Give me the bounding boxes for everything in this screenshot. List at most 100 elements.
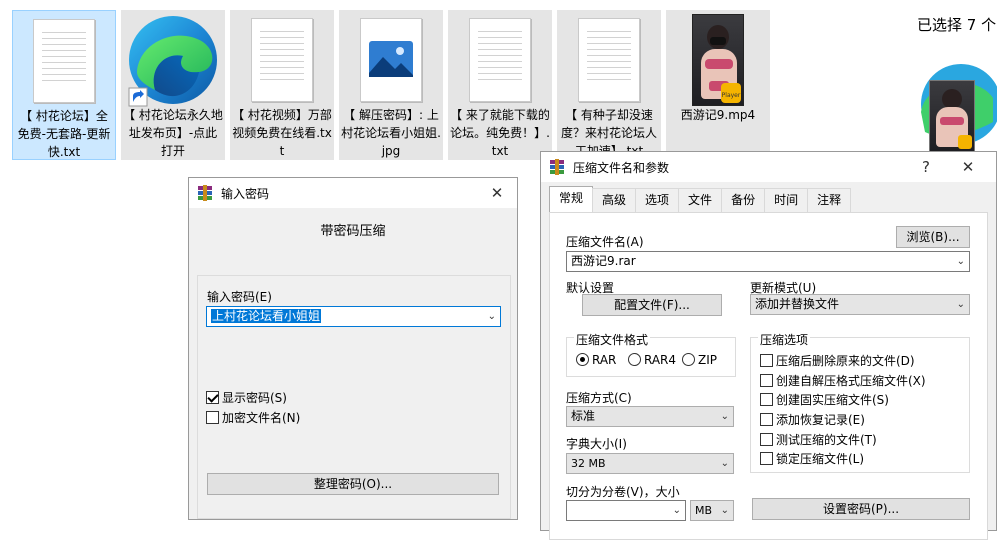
delete-after-archiving-checkbox[interactable]: 压缩后删除原来的文件(D) (760, 352, 915, 369)
checkbox-unchecked[interactable] (760, 393, 773, 406)
password-value: 上村花论坛看小姐姐 (211, 309, 322, 323)
chevron-down-icon[interactable]: ⌄ (673, 501, 681, 520)
file-item[interactable]: 【 有种子却没速度？来村花论坛人工加速】.txt (557, 10, 661, 160)
file-item[interactable]: Player 西游记9.mp4 (666, 10, 770, 160)
add-recovery-record-checkbox[interactable]: 添加恢复记录(E) (760, 411, 865, 428)
file-name: 【 村花论坛】全免费-无套路-更新快.txt (17, 109, 111, 159)
checkbox-unchecked[interactable] (760, 354, 773, 367)
tab-options[interactable]: 选项 (635, 188, 680, 212)
format-rar4-label: RAR4 (644, 353, 677, 367)
file-name: 【 来了就能下载的论坛。纯免费！】.txt (450, 108, 550, 158)
stacked-preview-icon (915, 62, 997, 154)
password-input[interactable]: 上村花论坛看小姐姐 ⌄ (206, 306, 501, 327)
checkbox-unchecked[interactable] (760, 374, 773, 387)
format-rar-radio[interactable]: RAR (576, 353, 616, 367)
method-select[interactable]: 标准 ⌄ (566, 406, 734, 427)
checkbox-checked[interactable] (206, 391, 219, 404)
chevron-down-icon[interactable]: ⌄ (488, 307, 496, 326)
winrar-icon (549, 159, 565, 175)
text-file-icon (33, 17, 95, 103)
format-rar-label: RAR (592, 353, 617, 367)
format-zip-label: ZIP (698, 353, 717, 367)
encrypt-filenames-checkbox[interactable]: 加密文件名(N) (206, 409, 300, 426)
file-name: 西游记9.mp4 (680, 108, 756, 122)
password-dialog-titlebar: 输入密码 ✕ (189, 178, 517, 208)
chevron-down-icon[interactable]: ⌄ (957, 295, 965, 314)
archive-dialog: 压缩文件名和参数 ? ✕ 常规 高级 选项 文件 备份 时间 注释 压缩文件名(… (540, 151, 997, 540)
archive-name-input[interactable]: 西游记9.rar ⌄ (566, 251, 970, 272)
show-password-label: 显示密码(S) (222, 391, 287, 405)
video-thumbnail-icon: Player (692, 14, 744, 106)
image-file-icon (360, 16, 422, 102)
tab-time[interactable]: 时间 (764, 188, 809, 212)
text-file-icon (469, 16, 531, 102)
option-label: 压缩后删除原来的文件(D) (776, 354, 915, 368)
close-icon[interactable]: ✕ (477, 178, 517, 208)
split-volume-input[interactable]: ⌄ (566, 500, 686, 521)
file-name: 【 村花视频】万部视频免费在线看.txt (232, 108, 332, 158)
organize-passwords-button[interactable]: 整理密码(O)... (207, 473, 499, 495)
update-mode-value: 添加并替换文件 (755, 297, 840, 311)
split-unit-select[interactable]: MB ⌄ (690, 500, 734, 521)
option-label: 创建固实压缩文件(S) (776, 393, 889, 407)
file-item[interactable]: 【 来了就能下载的论坛。纯免费！】.txt (448, 10, 552, 160)
create-solid-checkbox[interactable]: 创建固实压缩文件(S) (760, 391, 889, 408)
archive-dialog-title: 压缩文件名和参数 (573, 160, 670, 175)
checkbox-unchecked[interactable] (760, 413, 773, 426)
format-group-label: 压缩文件格式 (574, 331, 651, 348)
player-badge-icon: Player (721, 83, 741, 103)
format-rar4-radio[interactable]: RAR4 (628, 353, 676, 367)
update-mode-select[interactable]: 添加并替换文件 ⌄ (750, 294, 970, 315)
show-password-checkbox[interactable]: 显示密码(S) (206, 389, 287, 406)
dictionary-size-select[interactable]: 32 MB ⌄ (566, 453, 734, 474)
archive-dialog-titlebar: 压缩文件名和参数 ? ✕ (541, 152, 996, 182)
split-unit-value: MB (695, 504, 713, 517)
file-name: 【 村花论坛永久地址发布页】-点此打开 (123, 108, 223, 158)
method-label: 压缩方式(C) (566, 391, 632, 405)
lock-archive-checkbox[interactable]: 锁定压缩文件(L) (760, 450, 864, 467)
file-name: 【 解压密码】: 上村花论坛看小姐姐.jpg (341, 108, 441, 158)
option-label: 测试压缩的文件(T) (776, 433, 877, 447)
test-archived-files-checkbox[interactable]: 测试压缩的文件(T) (760, 431, 877, 448)
chevron-down-icon[interactable]: ⌄ (721, 501, 729, 520)
method-value: 标准 (571, 409, 596, 423)
file-item[interactable]: 【 解压密码】: 上村花论坛看小姐姐.jpg (339, 10, 443, 160)
password-label: 输入密码(E) (207, 290, 272, 304)
password-dialog-title: 输入密码 (221, 186, 270, 201)
profiles-button[interactable]: 配置文件(F)... (582, 294, 722, 316)
option-label: 创建自解压格式压缩文件(X) (776, 374, 926, 388)
tab-advanced[interactable]: 高级 (592, 188, 637, 212)
checkbox-unchecked[interactable] (760, 452, 773, 465)
checkbox-unchecked[interactable] (760, 433, 773, 446)
archive-name-value: 西游记9.rar (571, 254, 636, 268)
set-password-button[interactable]: 设置密码(P)... (752, 498, 970, 520)
tab-backup[interactable]: 备份 (721, 188, 766, 212)
tab-comment[interactable]: 注释 (807, 188, 852, 212)
chevron-down-icon[interactable]: ⌄ (721, 407, 729, 426)
radio-unselected[interactable] (628, 353, 641, 366)
edge-shortcut-icon (125, 12, 221, 111)
general-tab-page: 压缩文件名(A) 浏览(B)... 西游记9.rar ⌄ 默认设置 配置文件(F… (549, 212, 988, 540)
file-item[interactable]: 【 村花视频】万部视频免费在线看.txt (230, 10, 334, 160)
browse-button[interactable]: 浏览(B)... (896, 226, 970, 248)
radio-unselected[interactable] (682, 353, 695, 366)
checkbox-unchecked[interactable] (206, 411, 219, 424)
selection-count: 已选择 7 个 (917, 16, 997, 34)
option-label: 添加恢复记录(E) (776, 413, 865, 427)
help-icon[interactable]: ? (906, 152, 946, 182)
password-dialog: 输入密码 ✕ 带密码压缩 输入密码(E) 上村花论坛看小姐姐 ⌄ 显示密码(S)… (188, 177, 518, 520)
tab-files[interactable]: 文件 (678, 188, 723, 212)
file-item[interactable]: 【 村花论坛】全免费-无套路-更新快.txt (12, 10, 116, 160)
chevron-down-icon[interactable]: ⌄ (957, 252, 965, 271)
chevron-down-icon[interactable]: ⌄ (721, 454, 729, 473)
file-item[interactable]: 【 村花论坛永久地址发布页】-点此打开 (121, 10, 225, 160)
close-icon[interactable]: ✕ (948, 152, 988, 182)
text-file-icon (251, 16, 313, 102)
format-zip-radio[interactable]: ZIP (682, 353, 717, 367)
split-volume-label: 切分为分卷(V)，大小 (566, 485, 680, 499)
radio-selected[interactable] (576, 353, 589, 366)
password-heading: 带密码压缩 (320, 224, 386, 239)
text-file-icon (578, 16, 640, 102)
create-sfx-checkbox[interactable]: 创建自解压格式压缩文件(X) (760, 372, 926, 389)
tab-general[interactable]: 常规 (549, 186, 594, 212)
